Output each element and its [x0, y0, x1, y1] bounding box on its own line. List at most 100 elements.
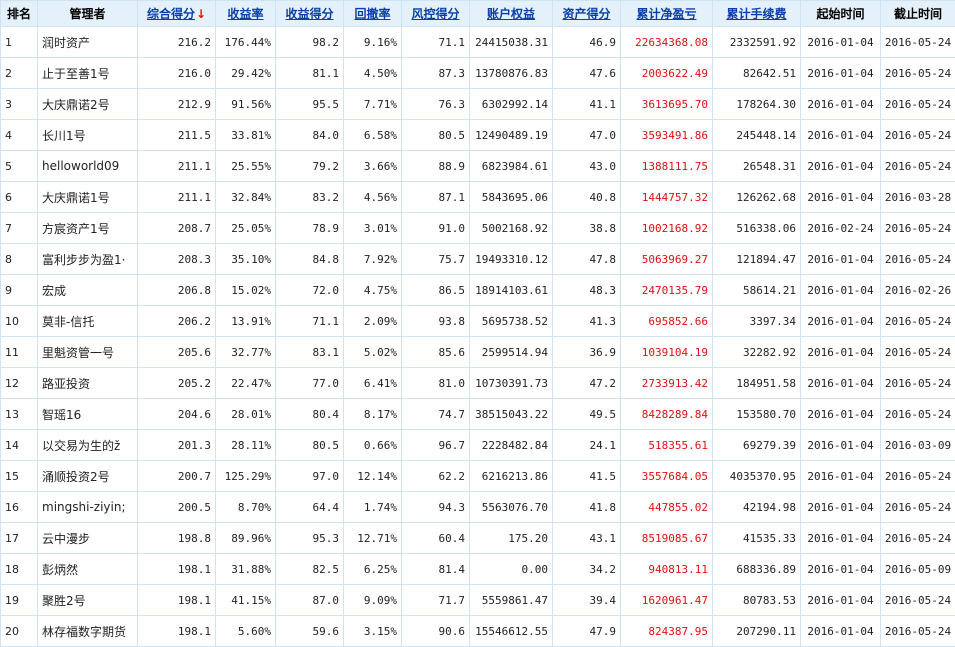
cell-equity: 24415038.31	[469, 26, 553, 58]
cell-rank: 15	[0, 460, 38, 492]
cell-return-score: 87.0	[275, 584, 344, 616]
cell-equity: 19493310.12	[469, 243, 553, 275]
cell-rank: 19	[0, 584, 38, 616]
col-return-score[interactable]: 收益得分	[275, 0, 344, 27]
cell-asset-score: 34.2	[552, 553, 621, 585]
cell-rank: 11	[0, 336, 38, 368]
cell-total-score: 212.9	[137, 88, 216, 120]
cell-drawdown: 8.17%	[343, 398, 402, 430]
cell-equity: 0.00	[469, 553, 553, 585]
cell-manager: 聚胜2号	[37, 584, 138, 616]
col-total-score[interactable]: 综合得分↓	[137, 0, 216, 27]
cell-drawdown: 12.71%	[343, 522, 402, 554]
table-row: 19 聚胜2号 198.1 41.15% 87.0 9.09% 71.7 5559861.47…	[0, 584, 955, 616]
cell-return-score: 95.3	[275, 522, 344, 554]
cell-manager: 润时资产	[37, 26, 138, 58]
col-total-score-label: 综合得分	[146, 7, 195, 21]
cell-rank: 17	[0, 522, 38, 554]
cell-rank: 18	[0, 553, 38, 585]
cell-manager: 以交易为生的ž	[37, 429, 138, 461]
cell-rank: 7	[0, 212, 38, 244]
cell-equity: 5695738.52	[469, 305, 553, 337]
table-body: 1 润时资产 216.2 176.44% 98.2 9.16% 71.1 24415038.3…	[0, 26, 955, 647]
cell-start-date: 2016-01-04	[800, 522, 881, 554]
cell-return-rate: 32.84%	[215, 181, 276, 213]
cell-manager: 林存福数字期货	[37, 615, 138, 647]
cell-asset-score: 41.8	[552, 491, 621, 523]
table-row: 14 以交易为生的ž 201.3 28.11% 80.5 0.66% 96.7 2228482…	[0, 429, 955, 461]
sort-down-icon: ↓	[195, 7, 207, 21]
cell-drawdown: 3.66%	[343, 150, 402, 182]
cell-risk-score: 91.0	[401, 212, 470, 244]
cell-return-score: 83.1	[275, 336, 344, 368]
cell-risk-score: 80.5	[401, 119, 470, 151]
table-row: 2 止于至善1号 216.0 29.42% 81.1 4.50% 87.3 13780876.…	[0, 57, 955, 89]
cell-asset-score: 24.1	[552, 429, 621, 461]
cell-net-pnl: 1620961.47	[620, 584, 713, 616]
cell-total-score: 211.5	[137, 119, 216, 151]
cell-total-score: 211.1	[137, 181, 216, 213]
cell-rank: 1	[0, 26, 38, 58]
cell-start-date: 2016-01-04	[800, 553, 881, 585]
cell-return-rate: 8.70%	[215, 491, 276, 523]
cell-manager: 长川1号	[37, 119, 138, 151]
cell-start-date: 2016-01-04	[800, 57, 881, 89]
table-row: 12 路亚投资 205.2 22.47% 77.0 6.41% 81.0 10730391.7…	[0, 367, 955, 399]
cell-fees: 32282.92	[712, 336, 801, 368]
cell-return-rate: 32.77%	[215, 336, 276, 368]
cell-drawdown: 6.25%	[343, 553, 402, 585]
cell-end-date: 2016-05-09	[880, 553, 955, 585]
cell-asset-score: 47.0	[552, 119, 621, 151]
cell-net-pnl: 22634368.08	[620, 26, 713, 58]
cell-manager: 莫非-信托	[37, 305, 138, 337]
cell-net-pnl: 3593491.86	[620, 119, 713, 151]
cell-total-score: 208.7	[137, 212, 216, 244]
cell-net-pnl: 518355.61	[620, 429, 713, 461]
cell-asset-score: 47.9	[552, 615, 621, 647]
cell-return-rate: 41.15%	[215, 584, 276, 616]
table-row: 4 长川1号 211.5 33.81% 84.0 6.58% 80.5 12490489.19…	[0, 119, 955, 151]
cell-end-date: 2016-05-24	[880, 522, 955, 554]
cell-total-score: 205.2	[137, 367, 216, 399]
cell-end-date: 2016-05-24	[880, 367, 955, 399]
cell-net-pnl: 1388111.75	[620, 150, 713, 182]
cell-total-score: 216.2	[137, 26, 216, 58]
cell-equity: 5843695.06	[469, 181, 553, 213]
cell-manager: helloworld09	[37, 150, 138, 182]
col-drawdown[interactable]: 回撤率	[343, 0, 402, 27]
cell-risk-score: 75.7	[401, 243, 470, 275]
cell-return-rate: 91.56%	[215, 88, 276, 120]
cell-total-score: 198.8	[137, 522, 216, 554]
cell-equity: 5559861.47	[469, 584, 553, 616]
cell-risk-score: 88.9	[401, 150, 470, 182]
cell-return-score: 81.1	[275, 57, 344, 89]
cell-drawdown: 4.56%	[343, 181, 402, 213]
cell-asset-score: 48.3	[552, 274, 621, 306]
cell-rank: 12	[0, 367, 38, 399]
col-return-rate[interactable]: 收益率	[215, 0, 276, 27]
cell-asset-score: 47.2	[552, 367, 621, 399]
cell-total-score: 216.0	[137, 57, 216, 89]
cell-fees: 178264.30	[712, 88, 801, 120]
cell-risk-score: 81.4	[401, 553, 470, 585]
cell-return-rate: 28.11%	[215, 429, 276, 461]
col-risk-score[interactable]: 风控得分	[401, 0, 470, 27]
cell-fees: 153580.70	[712, 398, 801, 430]
cell-rank: 4	[0, 119, 38, 151]
col-net-pnl[interactable]: 累计净盈亏	[620, 0, 713, 27]
cell-equity: 13780876.83	[469, 57, 553, 89]
col-equity[interactable]: 账户权益	[469, 0, 553, 27]
cell-risk-score: 81.0	[401, 367, 470, 399]
cell-manager: 智瑶16	[37, 398, 138, 430]
cell-return-rate: 22.47%	[215, 367, 276, 399]
cell-return-rate: 25.05%	[215, 212, 276, 244]
col-asset-score[interactable]: 资产得分	[552, 0, 621, 27]
cell-end-date: 2016-05-24	[880, 584, 955, 616]
col-fees[interactable]: 累计手续费	[712, 0, 801, 27]
cell-manager: 大庆鼎诺1号	[37, 181, 138, 213]
table-row: 5 helloworld09 211.1 25.55% 79.2 3.66% 88.9 682…	[0, 150, 955, 182]
cell-drawdown: 2.09%	[343, 305, 402, 337]
cell-equity: 38515043.22	[469, 398, 553, 430]
cell-start-date: 2016-01-04	[800, 584, 881, 616]
cell-risk-score: 93.8	[401, 305, 470, 337]
